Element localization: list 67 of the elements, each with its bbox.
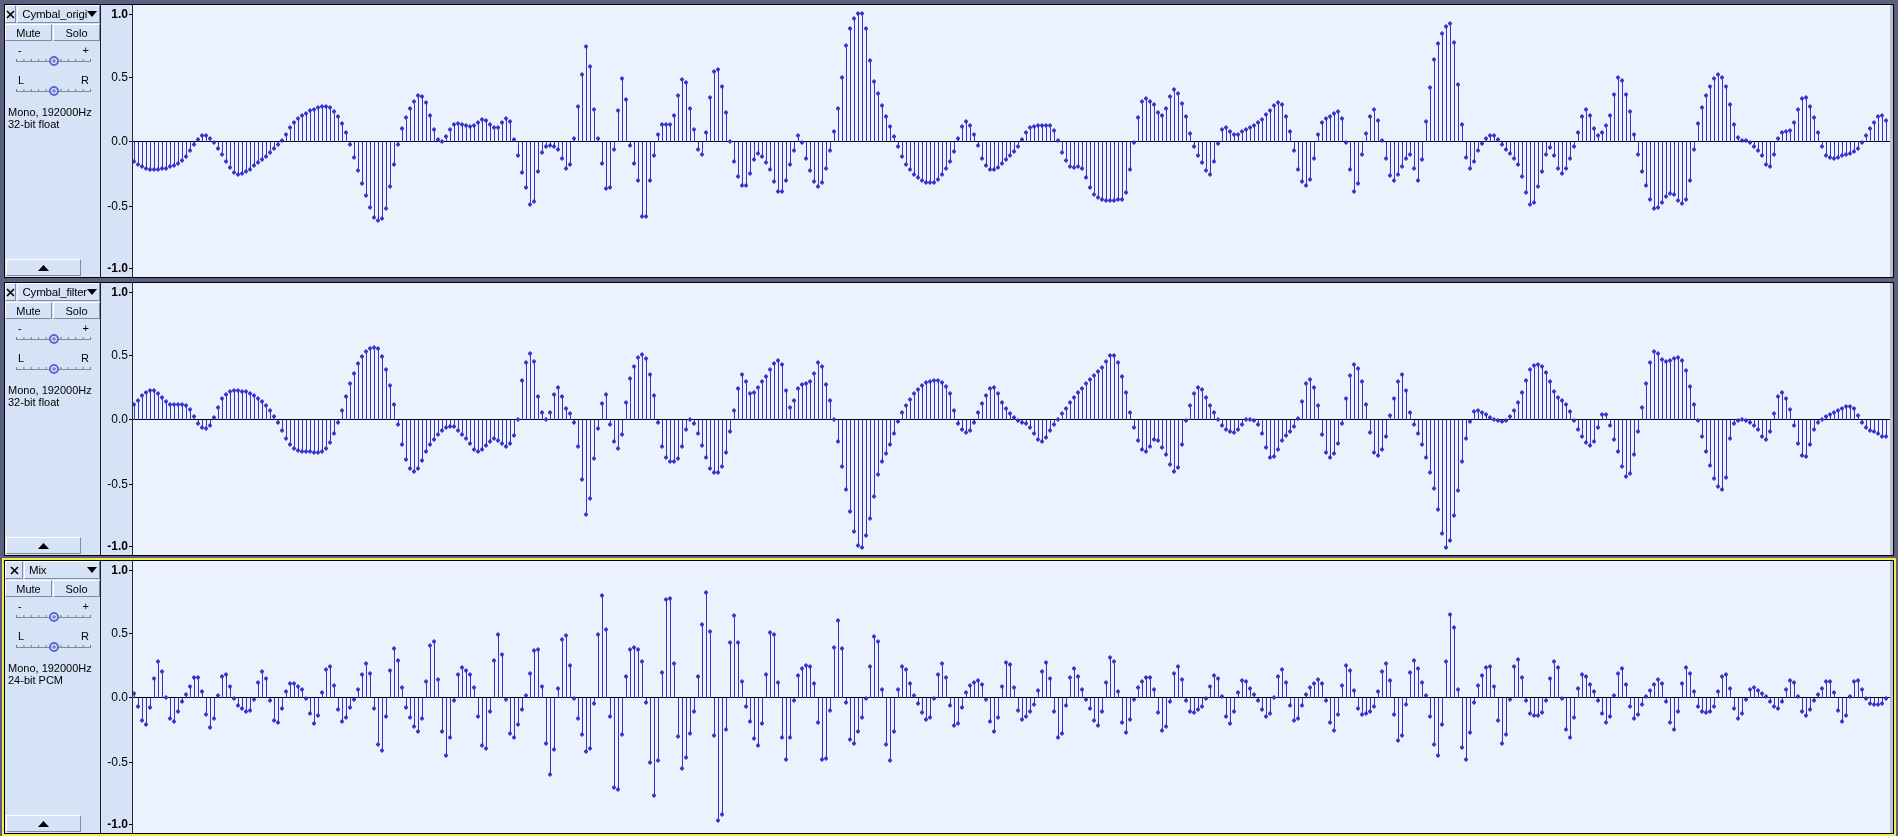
track-format-text: 24-bit PCM bbox=[7, 674, 65, 686]
minus-label: - bbox=[18, 323, 22, 334]
axis-label: 1.0 bbox=[111, 563, 128, 577]
minus-label: - bbox=[18, 45, 22, 56]
axis-label: -1.0 bbox=[107, 261, 128, 275]
pan-slider[interactable] bbox=[16, 364, 91, 374]
pan-slider[interactable] bbox=[16, 642, 91, 652]
caret-icon bbox=[87, 567, 97, 573]
solo-button[interactable]: Solo bbox=[53, 24, 100, 41]
axis-label: 0.5 bbox=[111, 348, 128, 362]
axis-label: -0.5 bbox=[107, 199, 128, 213]
track-format-text: Mono, 192000Hz bbox=[7, 106, 93, 118]
track-format-text: 32-bit float bbox=[7, 396, 61, 408]
axis-label: -1.0 bbox=[107, 539, 128, 553]
up-triangle-icon bbox=[38, 542, 49, 549]
right-label: R bbox=[81, 75, 89, 86]
track-name-menu[interactable]: Mix bbox=[24, 561, 100, 579]
mute-button[interactable]: Mute bbox=[5, 24, 52, 41]
left-label: L bbox=[18, 631, 25, 642]
track-format-text: 32-bit float bbox=[7, 118, 61, 130]
plus-label: + bbox=[82, 601, 89, 612]
close-icon bbox=[9, 565, 19, 575]
caret-icon bbox=[87, 289, 97, 295]
up-triangle-icon bbox=[38, 820, 49, 827]
axis-label: 0.0 bbox=[111, 412, 128, 426]
close-button[interactable] bbox=[5, 283, 17, 301]
slider-thumb[interactable] bbox=[48, 642, 59, 652]
collapse-button[interactable] bbox=[6, 815, 81, 832]
axis-label: -0.5 bbox=[107, 755, 128, 769]
axis-label: -0.5 bbox=[107, 477, 128, 491]
plus-label: + bbox=[82, 323, 89, 334]
slider-thumb[interactable] bbox=[48, 86, 59, 96]
right-label: R bbox=[81, 353, 89, 364]
slider-thumb[interactable] bbox=[48, 364, 59, 374]
slider-thumb[interactable] bbox=[48, 612, 59, 622]
axis-label: 1.0 bbox=[111, 285, 128, 299]
axis-label: 0.5 bbox=[111, 626, 128, 640]
slider-thumb[interactable] bbox=[48, 56, 59, 66]
axis-label: -1.0 bbox=[107, 817, 128, 831]
gain-slider[interactable] bbox=[16, 612, 91, 622]
solo-button[interactable]: Solo bbox=[53, 302, 100, 319]
minus-label: - bbox=[18, 601, 22, 612]
track-format-text: Mono, 192000Hz bbox=[7, 384, 93, 396]
close-button[interactable] bbox=[5, 5, 17, 23]
gain-slider[interactable] bbox=[16, 56, 91, 66]
axis-label: 1.0 bbox=[111, 7, 128, 21]
right-label: R bbox=[81, 631, 89, 642]
axis-label: 0.5 bbox=[111, 70, 128, 84]
up-triangle-icon bbox=[38, 264, 49, 271]
mute-button[interactable]: Mute bbox=[5, 580, 52, 597]
plus-label: + bbox=[82, 45, 89, 56]
pan-slider[interactable] bbox=[16, 86, 91, 96]
gain-slider[interactable] bbox=[16, 334, 91, 344]
mute-button[interactable]: Mute bbox=[5, 302, 52, 319]
collapse-button[interactable] bbox=[6, 259, 81, 276]
track-format-text: Mono, 192000Hz bbox=[7, 662, 93, 674]
slider-thumb[interactable] bbox=[48, 334, 59, 344]
axis-label: 0.0 bbox=[111, 690, 128, 704]
caret-icon bbox=[87, 11, 97, 17]
solo-button[interactable]: Solo bbox=[53, 580, 100, 597]
left-label: L bbox=[18, 75, 25, 86]
left-label: L bbox=[18, 353, 25, 364]
track-name-menu[interactable]: Cymbal_origi bbox=[17, 5, 100, 23]
close-button[interactable] bbox=[5, 561, 23, 579]
collapse-button[interactable] bbox=[6, 537, 81, 554]
track-name-menu[interactable]: Cymbal_filter bbox=[17, 283, 100, 301]
axis-label: 0.0 bbox=[111, 134, 128, 148]
